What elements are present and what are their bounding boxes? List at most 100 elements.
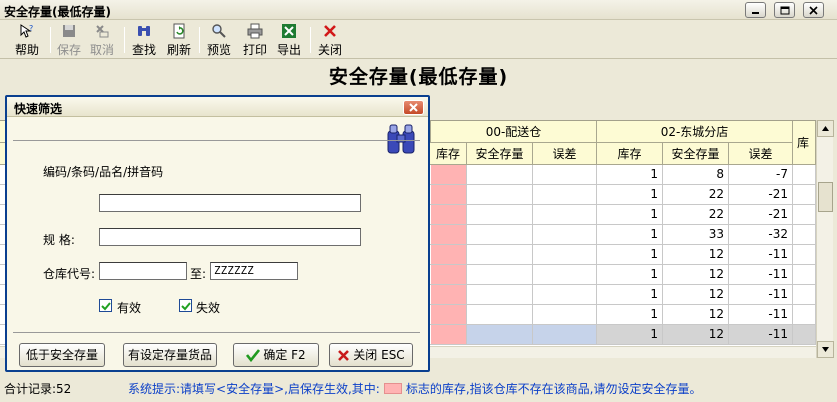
cell-diff-1[interactable]: [533, 305, 597, 325]
cancel-button[interactable]: 取消: [87, 23, 117, 58]
scroll-down-button[interactable]: [817, 341, 834, 358]
dialog-close-button[interactable]: [403, 100, 424, 115]
cell-stock-2[interactable]: 1: [597, 265, 663, 285]
toolbar-separator: [310, 27, 311, 53]
cell-stock-2[interactable]: 1: [597, 185, 663, 205]
dialog-cancel-button[interactable]: 关闭 ESC: [329, 343, 413, 367]
column-header-stock-2[interactable]: 库存: [597, 143, 663, 165]
cell-diff-2[interactable]: -32: [729, 225, 793, 245]
cell-diff-1[interactable]: [533, 325, 597, 345]
maximize-button[interactable]: [774, 2, 795, 18]
column-header-diff-1[interactable]: 误差: [533, 143, 597, 165]
column-header-diff-2[interactable]: 误差: [729, 143, 793, 165]
preview-button[interactable]: 预览: [204, 23, 234, 58]
cell-stock-3[interactable]: [793, 225, 816, 245]
cell-diff-2[interactable]: -11: [729, 285, 793, 305]
minimize-button[interactable]: [745, 2, 766, 18]
cell-safety-2[interactable]: 12: [663, 285, 729, 305]
column-header-safety-2[interactable]: 安全存量: [663, 143, 729, 165]
cell-safety-2[interactable]: 8: [663, 165, 729, 185]
cell-safety-1[interactable]: [467, 225, 533, 245]
cell-stock-3[interactable]: [793, 305, 816, 325]
cell-safety-1[interactable]: [467, 325, 533, 345]
window-close-button[interactable]: [803, 2, 824, 18]
cell-stock-2[interactable]: 1: [597, 285, 663, 305]
dialog-title-bar: 快速筛选: [7, 97, 428, 117]
cell-safety-2[interactable]: 12: [663, 245, 729, 265]
cell-stock-3[interactable]: [793, 325, 816, 345]
cell-stock-3[interactable]: [793, 165, 816, 185]
cell-stock-2[interactable]: 1: [597, 225, 663, 245]
cell-safety-1[interactable]: [467, 285, 533, 305]
cell-diff-2[interactable]: -21: [729, 205, 793, 225]
cell-stock-2[interactable]: 1: [597, 205, 663, 225]
cell-safety-1[interactable]: [467, 305, 533, 325]
cell-diff-2[interactable]: -11: [729, 265, 793, 285]
export-button[interactable]: 导出: [274, 23, 304, 58]
cell-stock-2[interactable]: 1: [597, 325, 663, 345]
cell-safety-1[interactable]: [467, 185, 533, 205]
close-button[interactable]: 关闭: [315, 23, 345, 58]
scroll-thumb[interactable]: [818, 182, 833, 212]
cell-diff-1[interactable]: [533, 285, 597, 305]
cell-diff-1[interactable]: [533, 265, 597, 285]
cell-diff-2[interactable]: -21: [729, 185, 793, 205]
cell-diff-2[interactable]: -7: [729, 165, 793, 185]
print-button[interactable]: 打印: [240, 23, 270, 58]
invalid-checkbox[interactable]: [179, 299, 192, 312]
cell-stock-3[interactable]: [793, 285, 816, 305]
cell-safety-2[interactable]: 22: [663, 185, 729, 205]
close-icon: [809, 6, 818, 15]
cell-stock-2[interactable]: 1: [597, 165, 663, 185]
cell-diff-1[interactable]: [533, 205, 597, 225]
column-header-stock-3[interactable]: 库存: [793, 121, 816, 165]
minimize-icon: [752, 12, 759, 14]
close-icon: [409, 103, 418, 112]
check-icon: [101, 302, 111, 311]
warehouse-to-input[interactable]: ZZZZZZ: [210, 262, 298, 280]
has-safety-button[interactable]: 有设定存量货品: [123, 343, 217, 367]
cell-safety-2[interactable]: 12: [663, 265, 729, 285]
cell-diff-1[interactable]: [533, 185, 597, 205]
vertical-scrollbar[interactable]: [816, 120, 834, 358]
cancel-icon: [96, 25, 109, 38]
spec-input[interactable]: [99, 228, 361, 246]
column-header-safety-1[interactable]: 安全存量: [467, 143, 533, 165]
cell-safety-2[interactable]: 12: [663, 325, 729, 345]
cell-safety-1[interactable]: [467, 245, 533, 265]
valid-checkbox[interactable]: [99, 299, 112, 312]
cell-stock-3[interactable]: [793, 245, 816, 265]
cell-stock-3[interactable]: [793, 265, 816, 285]
cell-diff-1[interactable]: [533, 245, 597, 265]
restore-icon: [780, 6, 790, 15]
cell-diff-1[interactable]: [533, 165, 597, 185]
below-safety-button[interactable]: 低于安全存量: [19, 343, 105, 367]
cell-safety-2[interactable]: 33: [663, 225, 729, 245]
save-button[interactable]: 保存: [54, 23, 84, 58]
ok-button[interactable]: 确定 F2: [233, 343, 319, 367]
cell-safety-1[interactable]: [467, 265, 533, 285]
find-button[interactable]: 查找: [129, 23, 159, 58]
cell-safety-1[interactable]: [467, 165, 533, 185]
cell-safety-2[interactable]: 22: [663, 205, 729, 225]
help-button[interactable]: ? 帮助: [12, 23, 42, 58]
warehouse-label: 仓库代号:: [43, 267, 96, 281]
cell-diff-2[interactable]: -11: [729, 305, 793, 325]
cell-safety-1[interactable]: [467, 205, 533, 225]
scroll-up-button[interactable]: [817, 120, 834, 137]
save-icon: [63, 25, 75, 37]
warehouse-to-label: 至:: [190, 267, 207, 281]
toolbar-separator: [50, 27, 51, 53]
code-input[interactable]: [99, 194, 361, 212]
cell-diff-2[interactable]: -11: [729, 245, 793, 265]
warehouse-from-input[interactable]: [99, 262, 187, 280]
code-label: 编码/条码/品名/拼音码: [43, 165, 164, 179]
cell-stock-2[interactable]: 1: [597, 245, 663, 265]
cell-stock-3[interactable]: [793, 205, 816, 225]
cell-diff-1[interactable]: [533, 225, 597, 245]
cell-safety-2[interactable]: 12: [663, 305, 729, 325]
refresh-button[interactable]: 刷新: [164, 23, 194, 58]
cell-stock-3[interactable]: [793, 185, 816, 205]
cell-stock-2[interactable]: 1: [597, 305, 663, 325]
cell-diff-2[interactable]: -11: [729, 325, 793, 345]
